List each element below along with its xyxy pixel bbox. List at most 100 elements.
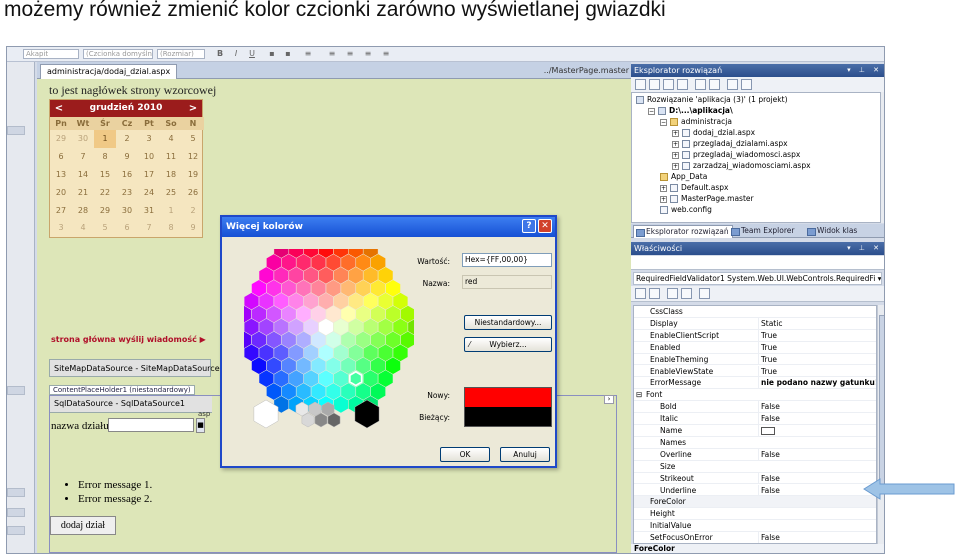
custom-button[interactable]: Niestandardowy... — [464, 315, 552, 330]
collapse-icon[interactable]: − — [660, 118, 667, 126]
name-input[interactable] — [108, 418, 194, 432]
copy-website-icon[interactable] — [727, 79, 738, 90]
collapse-icon[interactable]: − — [648, 107, 655, 115]
expand-icon[interactable]: + — [660, 195, 667, 203]
view-code-icon[interactable] — [677, 79, 688, 90]
calendar-day[interactable]: 7 — [72, 148, 94, 166]
sql-datasource[interactable]: SqlDataSource - SqlDataSource1 — [50, 396, 212, 413]
solution-scrollbar[interactable] — [881, 92, 884, 223]
property-row[interactable]: Overline False — [634, 448, 876, 461]
pick-button[interactable]: ⁄ Wybierz... — [464, 337, 552, 352]
calendar-day[interactable]: 8 — [94, 148, 116, 166]
property-value[interactable]: Static — [758, 317, 876, 329]
calendar-day[interactable]: 14 — [72, 166, 94, 184]
content-placeholder-tag[interactable]: ContentPlaceHolder1 (niestandardowy) — [49, 385, 195, 395]
calendar-day[interactable]: 29 — [50, 130, 72, 148]
size-combo[interactable]: (Rozmiar) — [157, 49, 205, 59]
calendar-day[interactable]: 30 — [116, 201, 138, 219]
numbered-list-icon[interactable]: ≡ — [345, 49, 355, 59]
toolbox-tab[interactable] — [7, 126, 25, 135]
calendar-day[interactable]: 31 — [138, 201, 160, 219]
properties-grid[interactable]: CssClass Display Static EnableClientScript T… — [633, 305, 877, 544]
calendar-day[interactable]: 22 — [94, 183, 116, 201]
ok-button[interactable]: OK — [440, 447, 490, 462]
property-value[interactable]: False — [758, 532, 876, 543]
forecolor-icon[interactable]: ▪ — [267, 49, 277, 59]
property-value[interactable]: True — [758, 341, 876, 353]
calendar-day[interactable]: 4 — [160, 130, 182, 148]
property-row[interactable]: Display Static — [634, 317, 876, 330]
property-value[interactable]: False — [758, 448, 876, 460]
panel-pin-buttons[interactable]: ▾ ⊥ ✕ — [847, 242, 882, 255]
calendar-day[interactable]: 1 — [160, 201, 182, 219]
properties-view-icon[interactable] — [667, 288, 678, 299]
alphabetical-icon[interactable] — [649, 288, 660, 299]
property-value[interactable]: True — [758, 353, 876, 365]
calendar-day[interactable]: 4 — [72, 219, 94, 237]
property-value[interactable] — [758, 425, 876, 436]
indent-icon[interactable]: ≡ — [363, 49, 373, 59]
calendar-day[interactable]: 5 — [94, 219, 116, 237]
tab-dodaj-dzial[interactable]: administracja/dodaj_dzial.aspx — [40, 64, 178, 79]
calendar-prev[interactable]: < — [52, 100, 66, 117]
toolbox-tab[interactable] — [7, 508, 25, 517]
bold-button[interactable]: B — [215, 49, 225, 59]
categorized-icon[interactable] — [635, 288, 646, 299]
property-row[interactable]: EnableClientScript True — [634, 329, 876, 342]
expand-icon[interactable]: + — [672, 129, 679, 137]
tree-node[interactable]: web.config — [660, 205, 712, 215]
tree-node[interactable]: + przegladaj_wiadomosci.aspx — [672, 150, 800, 160]
calendar-day[interactable]: 8 — [160, 219, 182, 237]
tree-node[interactable]: + Default.aspx — [660, 183, 729, 193]
font-combo[interactable]: (Czcionka domyślna) — [83, 49, 153, 59]
expand-icon[interactable]: + — [660, 184, 667, 192]
underline-button[interactable]: U — [247, 49, 257, 59]
nav-links[interactable]: strona główna wyślij wiadomość ▶ — [51, 335, 206, 344]
panel-pin-buttons[interactable]: ▾ ⊥ ✕ — [847, 64, 882, 77]
tree-node[interactable]: App_Data — [660, 172, 707, 182]
calendar-day[interactable]: 29 — [94, 201, 116, 219]
property-row[interactable]: Names — [634, 437, 876, 449]
calendar-day[interactable]: 1 — [94, 130, 116, 148]
tree-node[interactable]: − administracja — [660, 117, 732, 127]
property-row[interactable]: SetFocusOnError False — [634, 532, 876, 543]
calendar-day[interactable]: 6 — [116, 219, 138, 237]
toolbox-tab[interactable] — [7, 526, 25, 535]
calendar-day[interactable]: 28 — [72, 201, 94, 219]
property-value[interactable]: True — [758, 365, 876, 377]
view-designer-icon[interactable] — [695, 79, 706, 90]
properties-object-selector[interactable]: RequiredFieldValidator1 System.Web.UI.We… — [633, 272, 882, 285]
calendar-day[interactable]: 11 — [160, 148, 182, 166]
calendar-day[interactable]: 9 — [116, 148, 138, 166]
property-row[interactable]: EnableTheming True — [634, 353, 876, 366]
property-row[interactable]: Size — [634, 461, 876, 473]
property-pages-icon[interactable] — [699, 288, 710, 299]
sitemap-datasource[interactable]: SiteMapDataSource - SiteMapDataSource1 — [49, 359, 225, 377]
tab-team-explorer[interactable]: Team Explorer — [729, 225, 797, 238]
property-value[interactable]: False — [758, 484, 876, 496]
property-row[interactable]: InitialValue — [634, 520, 876, 533]
collapse-icon[interactable]: ⊟ — [636, 389, 642, 400]
property-value[interactable]: False — [758, 401, 876, 413]
properties-scrollbar[interactable] — [877, 305, 884, 544]
toolbox-tab[interactable] — [7, 488, 25, 497]
refresh-icon[interactable] — [663, 79, 674, 90]
calendar-day[interactable]: 2 — [116, 130, 138, 148]
calendar-day[interactable]: 20 — [50, 183, 72, 201]
calendar-next[interactable]: > — [186, 100, 200, 117]
properties-icon[interactable] — [635, 79, 646, 90]
property-row[interactable]: Bold False — [634, 401, 876, 414]
calendar-day[interactable]: 10 — [138, 148, 160, 166]
color-hexagon-picker[interactable] — [244, 249, 414, 429]
cancel-button[interactable]: Anuluj — [500, 447, 550, 462]
value-field[interactable]: Hex={FF,00,00} — [462, 253, 552, 267]
tree-node[interactable]: + dodaj_dzial.aspx — [672, 128, 755, 138]
calendar-day[interactable]: 9 — [182, 219, 204, 237]
calendar-day[interactable]: 6 — [50, 148, 72, 166]
show-all-files-icon[interactable] — [649, 79, 660, 90]
align-left-icon[interactable]: ≡ — [303, 49, 313, 59]
property-row[interactable]: Italic False — [634, 413, 876, 425]
style-combo[interactable]: Akapit — [23, 49, 79, 59]
toolbox-tab[interactable] — [7, 386, 25, 395]
property-row[interactable]: CssClass — [634, 306, 876, 318]
